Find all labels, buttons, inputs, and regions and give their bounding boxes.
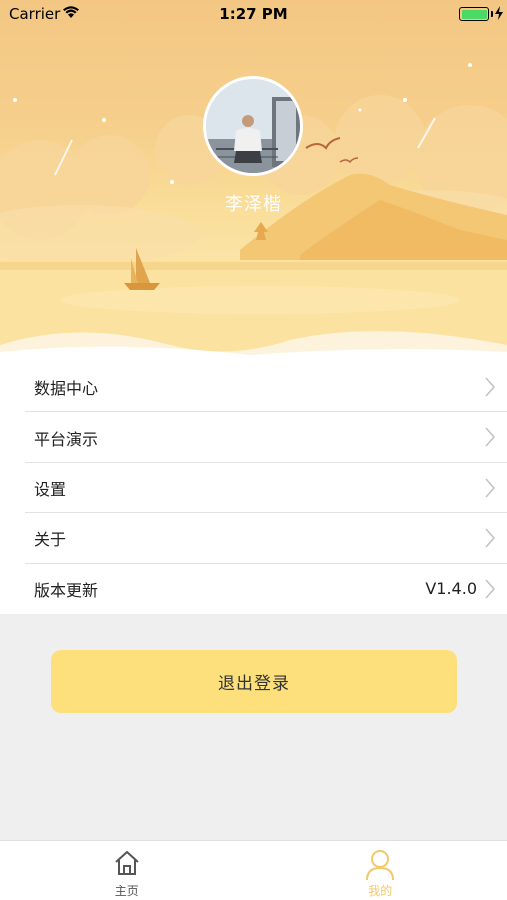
username: 李泽楷 bbox=[225, 194, 282, 215]
avatar[interactable] bbox=[203, 76, 303, 176]
menu-item-data-center[interactable]: 数据中心 bbox=[0, 362, 507, 413]
menu-item-platform-demo[interactable]: 平台演示 bbox=[0, 412, 507, 463]
menu-item-label: 数据中心 bbox=[34, 379, 99, 399]
version-value: V1.4.0 bbox=[425, 579, 477, 599]
menu-item-about[interactable]: 关于 bbox=[0, 513, 507, 564]
chevron-right-icon bbox=[485, 579, 496, 603]
person-icon bbox=[366, 850, 395, 881]
tab-home[interactable]: 主页 bbox=[0, 841, 254, 900]
tab-mine-label: 我的 bbox=[368, 884, 393, 898]
clock: 1:27 PM bbox=[219, 5, 288, 23]
settings-menu: 数据中心 平台演示 设置 关于 版本更新 V1.4.0 bbox=[0, 362, 507, 614]
chevron-right-icon bbox=[485, 528, 496, 552]
status-bar: Carrier 1:27 PM bbox=[0, 0, 507, 28]
menu-item-settings[interactable]: 设置 bbox=[0, 463, 507, 514]
landscape-illustration bbox=[0, 63, 507, 362]
charging-icon bbox=[495, 6, 503, 24]
tab-mine[interactable]: 我的 bbox=[254, 841, 507, 900]
tab-bar: 主页 我的 bbox=[0, 840, 507, 900]
profile-header-banner bbox=[0, 0, 507, 362]
battery-icon bbox=[459, 7, 489, 21]
menu-item-label: 关于 bbox=[34, 530, 67, 550]
menu-item-version-update[interactable]: 版本更新 V1.4.0 bbox=[0, 564, 507, 614]
menu-item-label: 版本更新 bbox=[34, 580, 99, 600]
menu-item-label: 设置 bbox=[34, 479, 67, 499]
chevron-right-icon bbox=[485, 478, 496, 502]
home-icon bbox=[115, 851, 139, 875]
chevron-right-icon bbox=[485, 427, 496, 451]
battery-tip bbox=[491, 11, 493, 17]
chevron-right-icon bbox=[485, 377, 496, 401]
tab-home-label: 主页 bbox=[114, 884, 139, 898]
logout-button[interactable]: 退出登录 bbox=[51, 650, 457, 713]
menu-item-label: 平台演示 bbox=[34, 429, 99, 449]
